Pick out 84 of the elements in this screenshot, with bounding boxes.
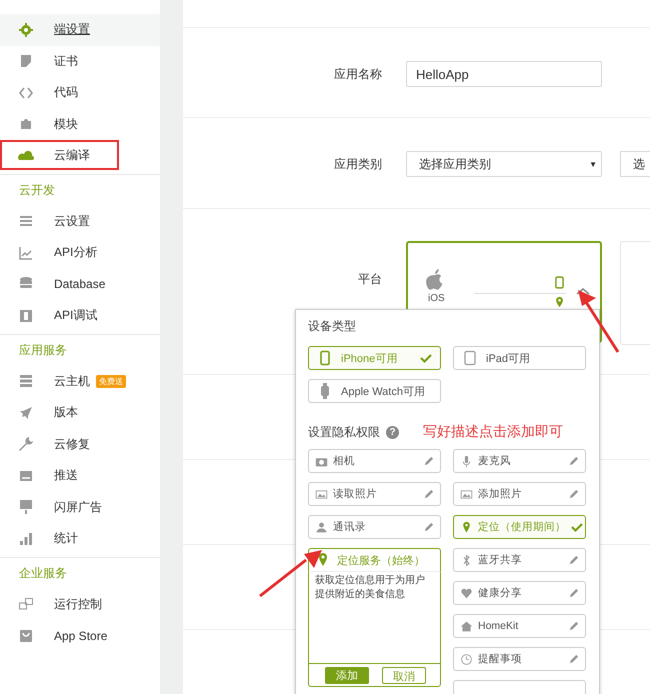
section-heading: 企业服务	[18, 564, 68, 582]
permission-option[interactable]: 蓝牙共享	[453, 548, 586, 572]
pencil-icon	[568, 654, 579, 664]
section-heading: 设置隐私权限	[308, 424, 380, 440]
pencil-icon	[568, 456, 579, 466]
rocket-icon	[18, 404, 34, 421]
platform-name: iOS	[428, 293, 445, 304]
section-heading: 云开发	[18, 182, 56, 198]
sidebar-item[interactable]: App Store	[0, 620, 160, 652]
permission-option[interactable]: 读取照片	[308, 482, 441, 506]
sidebar-item[interactable]: 云编译	[0, 140, 160, 172]
caret-icon: ▼	[589, 160, 597, 168]
sidebar-item[interactable]: 推送	[0, 460, 160, 492]
annotation-text: 写好描述点击添加即可	[423, 423, 563, 441]
permission-option[interactable]: 健康分享	[453, 581, 586, 605]
sidebar-item[interactable]: 运行控制	[0, 588, 160, 620]
debug-icon	[18, 308, 34, 324]
pin-icon	[555, 296, 564, 308]
permission-option[interactable]: 相机	[308, 449, 441, 473]
sidebar-item[interactable]: 模块	[0, 108, 160, 140]
pencil-icon	[423, 488, 434, 500]
device-option[interactable]: Apple Watch可用	[308, 379, 441, 403]
pencil-icon	[423, 522, 434, 532]
server-icon	[18, 373, 34, 390]
permission-option[interactable]: 通讯录	[308, 515, 441, 539]
pencil-icon	[568, 620, 579, 632]
wrench-icon	[18, 436, 34, 452]
section-heading: 设备类型	[308, 318, 357, 335]
pencil-icon	[568, 488, 579, 500]
bag-icon	[18, 628, 34, 644]
pencil-icon	[568, 554, 579, 566]
sidebar-item[interactable]: 版本	[0, 397, 160, 428]
sidebar-item[interactable]: 证书	[0, 46, 160, 77]
sidebar-item[interactable]: 云设置	[0, 206, 160, 237]
chevron-up-icon[interactable]	[576, 287, 590, 295]
code-icon	[18, 84, 34, 101]
image-icon	[460, 488, 473, 500]
sidebar-item[interactable]: 代码	[0, 77, 160, 108]
image-icon	[315, 488, 328, 500]
sidebar-item[interactable]: 云修复	[0, 428, 160, 460]
bar-chart-icon	[18, 530, 34, 547]
app-name-field[interactable]: HelloApp	[406, 61, 602, 87]
pencil-icon	[423, 456, 434, 466]
microphone-icon	[460, 454, 473, 468]
check-icon	[571, 521, 583, 533]
field-label: 应用名称	[333, 66, 383, 83]
phone-icon	[555, 276, 564, 289]
house-icon	[460, 620, 473, 632]
pencil-icon	[568, 588, 579, 598]
gear-icon	[18, 22, 34, 38]
sidebar-item[interactable]: 端设置	[0, 14, 160, 46]
permission-title: 定位服务（始终）	[337, 554, 425, 568]
document-icon	[18, 53, 34, 70]
permission-option[interactable]: HomeKit	[453, 614, 586, 638]
phone-icon	[317, 350, 333, 366]
heart-icon	[460, 586, 473, 600]
windows-icon	[18, 596, 34, 612]
badge: 免费送	[96, 374, 126, 388]
line-chart-icon	[18, 244, 34, 261]
description-field[interactable]: 获取定位信息用于为用户提供附近的美食信息	[308, 572, 441, 663]
help-icon[interactable]: ?	[386, 426, 399, 438]
sidebar-item[interactable]: 闪屏广告	[0, 492, 160, 523]
person-icon	[315, 520, 328, 534]
permission-option[interactable]: 提醒事项	[453, 647, 586, 671]
field-label: 应用类别	[333, 156, 383, 173]
device-option[interactable]: iPad可用	[453, 346, 586, 370]
sidebar-item[interactable]: API分析	[0, 237, 160, 268]
sidebar-item[interactable]: 统计	[0, 523, 160, 554]
category-select[interactable]: 选择应用类别 ▼	[406, 151, 602, 177]
check-icon	[420, 352, 432, 364]
permission-option[interactable]: 麦克风	[453, 449, 586, 473]
platform-card[interactable]	[620, 241, 650, 345]
annotation-arrow	[258, 548, 324, 598]
sidebar-item[interactable]: API调试	[0, 300, 160, 332]
sidebar-item[interactable]: 云主机 免费送	[0, 366, 160, 397]
sidebar-item[interactable]: Database	[0, 268, 160, 300]
tablet-icon	[462, 350, 478, 366]
field-label: 平台	[357, 271, 383, 286]
clock-icon	[460, 652, 473, 666]
section-heading: 应用服务	[18, 342, 68, 358]
ad-screen-icon	[18, 499, 34, 516]
permission-option[interactable]: 添加照片	[453, 482, 586, 506]
apple-icon	[425, 269, 445, 291]
subcategory-select[interactable]: 选	[620, 151, 650, 177]
